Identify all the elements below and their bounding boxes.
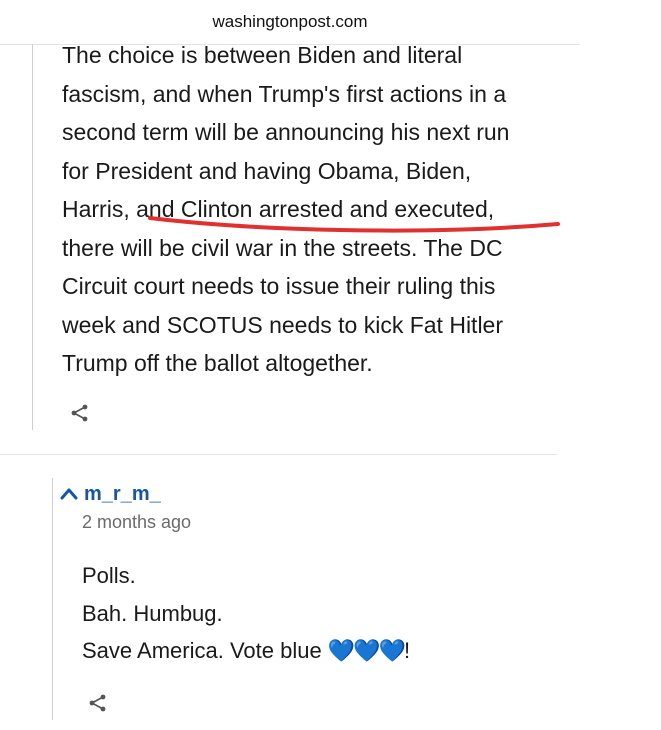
thread-line [32, 44, 33, 430]
comment-line: Circuit court needs to issue their rulin… [62, 273, 496, 299]
comment-line: Polls. [82, 563, 136, 588]
comment-line: for President and having Obama, Biden, [62, 157, 472, 184]
comment-body: Polls. Bah. Humbug. Save America. Vote b… [82, 557, 410, 670]
comment-line: Bah. Humbug. [82, 600, 223, 626]
author-name[interactable]: m_r_m_ [84, 483, 161, 506]
comment-line: The choice is between Biden and literal [62, 42, 463, 68]
comment-line: Save America. Vote blue 💙💙💙! [82, 632, 410, 670]
blue-heart-emoji: 💙💙💙 [327, 638, 406, 663]
comment-text: ! [404, 638, 411, 663]
chevron-up-icon[interactable] [60, 487, 78, 501]
comment-line: Harris, and Clinton arrested and execute… [62, 196, 495, 222]
comment-body: The choice is between Biden and literal … [62, 36, 582, 383]
share-icon[interactable] [88, 693, 108, 713]
comment-line: Trump off the ballot altogether. [62, 350, 373, 376]
comment-line: there will be civil war in the streets. … [62, 234, 503, 261]
comment-divider [0, 454, 557, 455]
comment-timestamp: 2 months ago [82, 512, 192, 532]
comment-line: fascism, and when Trump's first actions … [62, 80, 507, 107]
thread-line [52, 478, 53, 720]
comment-line: week and SCOTUS needs to kick Fat Hitler [62, 311, 503, 338]
author-row[interactable]: m_r_m_ [60, 482, 161, 506]
comment-text: Save America. Vote blue [82, 638, 328, 663]
comment-line: second term will be announcing his next … [62, 119, 510, 145]
share-icon[interactable] [70, 403, 90, 423]
url-text: washingtonpost.com [212, 12, 368, 31]
